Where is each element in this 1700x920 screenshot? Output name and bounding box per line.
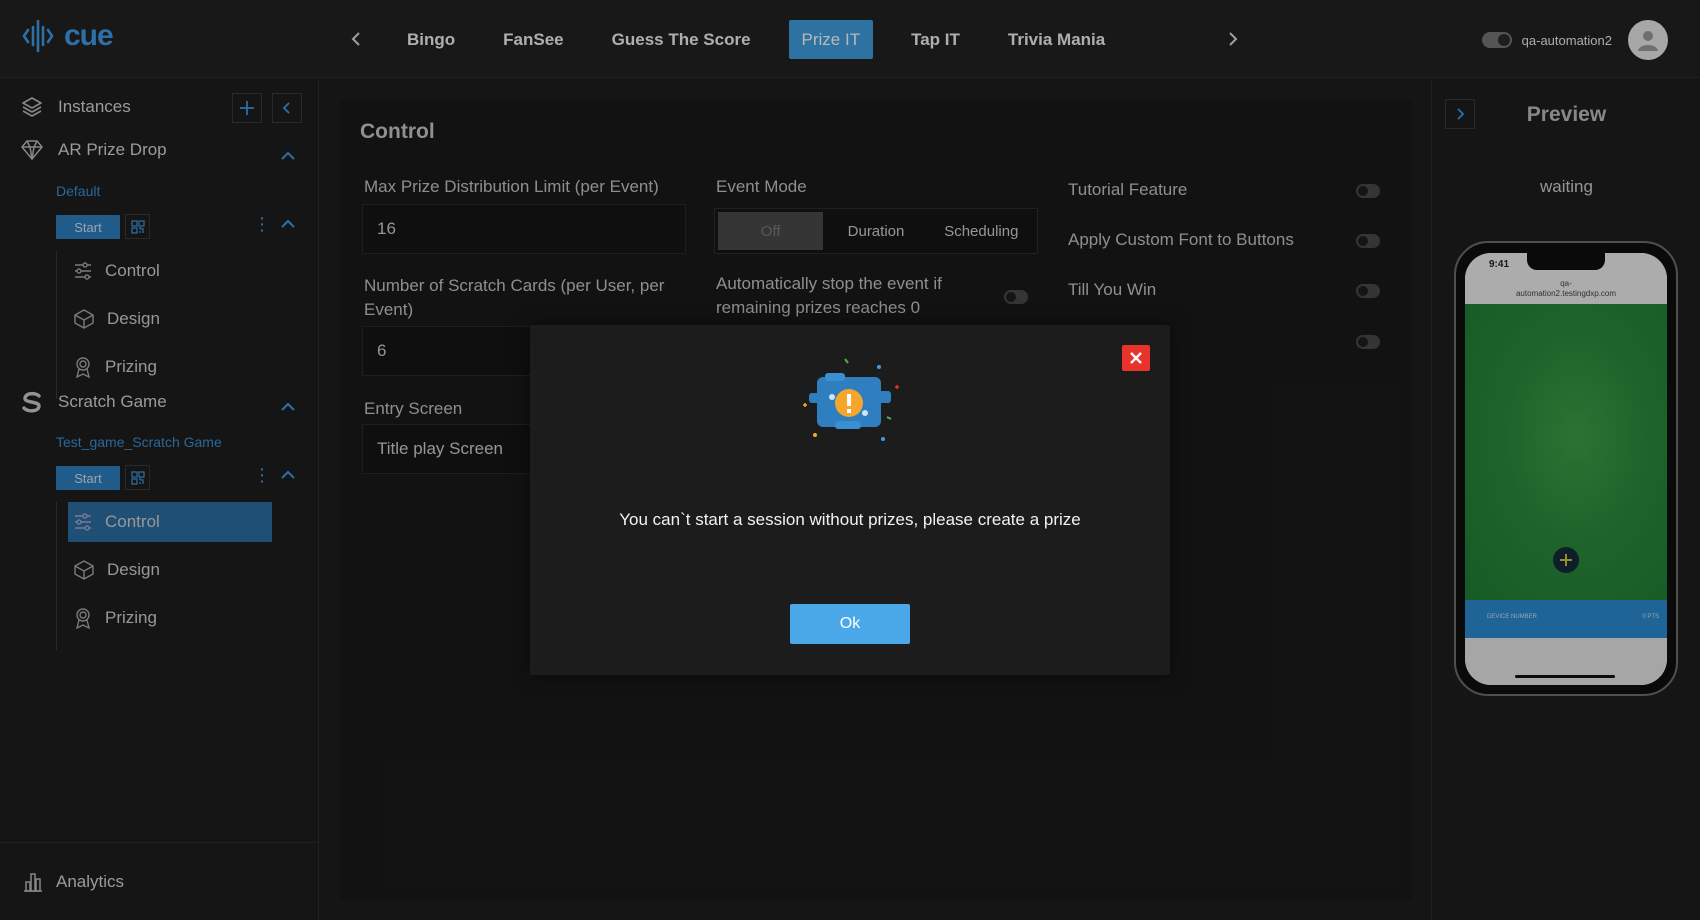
app-root: cue Bingo FanSee Guess The Score Prize I… (0, 0, 1700, 920)
error-dialog: You can`t start a session without prizes… (530, 325, 1170, 675)
warning-illustration-icon (803, 358, 899, 441)
close-icon (1130, 352, 1142, 364)
ok-button[interactable]: Ok (790, 604, 910, 644)
dialog-message: You can`t start a session without prizes… (619, 510, 1081, 529)
close-button[interactable] (1122, 345, 1150, 371)
